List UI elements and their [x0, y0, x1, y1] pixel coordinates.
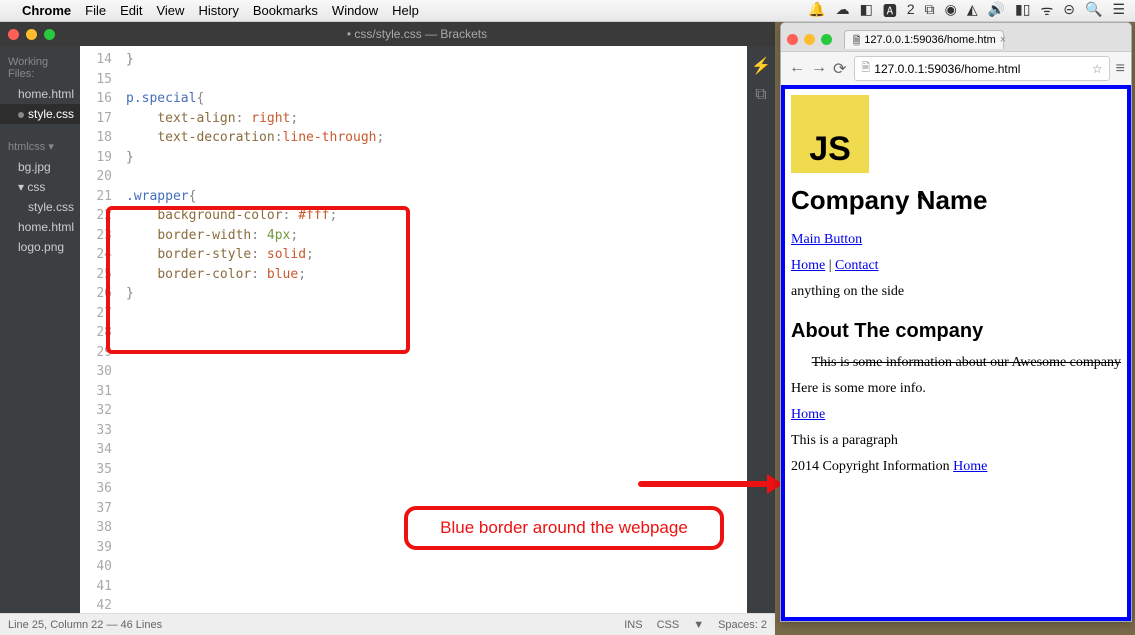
nav-contact-link[interactable]: Contact — [835, 258, 879, 273]
volume-icon[interactable]: 🔊 — [988, 1, 1005, 21]
chrome-menu-icon[interactable]: ≡ — [1116, 60, 1125, 78]
brackets-toolstrip: ⚡ ⧉ — [747, 46, 775, 613]
spotlight-icon[interactable]: 🔍 — [1085, 1, 1102, 21]
chrome-window-controls — [787, 34, 832, 45]
tree-logo[interactable]: logo.png — [0, 237, 80, 257]
brackets-titlebar: • css/style.css — Brackets — [0, 22, 775, 46]
menu-window[interactable]: Window — [332, 3, 378, 18]
window-title: • css/style.css — Brackets — [67, 27, 767, 41]
special-paragraph: This is some information about our Aweso… — [791, 355, 1121, 371]
minimize-icon[interactable] — [804, 34, 815, 45]
status-lang[interactable]: CSS — [657, 619, 680, 631]
annotation-label-box: Blue border around the webpage — [404, 506, 724, 550]
tree-style[interactable]: style.css — [0, 197, 80, 217]
menu-bookmarks[interactable]: Bookmarks — [253, 3, 318, 18]
working-files-label: Working Files: — [0, 52, 80, 84]
two-icon[interactable]: 2 — [907, 1, 915, 21]
menu-history[interactable]: History — [198, 3, 238, 18]
browser-tab[interactable]: 🗎 127.0.0.1:59036/home.htm × — [844, 30, 1004, 49]
aside-text: anything on the side — [791, 284, 1121, 300]
dropbox-icon[interactable]: ⧉ — [925, 1, 935, 21]
minimize-icon[interactable] — [26, 29, 37, 40]
bell-icon[interactable]: 🔔 — [808, 1, 825, 21]
status-caret-icon[interactable]: ▼ — [693, 619, 704, 631]
status-ins[interactable]: INS — [624, 619, 642, 631]
working-file-home[interactable]: home.html — [0, 84, 80, 104]
main-button-link[interactable]: Main Button — [791, 232, 862, 247]
battery-icon[interactable]: ▮▯ — [1015, 1, 1030, 21]
nav-home-link[interactable]: Home — [791, 258, 825, 273]
footer-text: 2014 Copyright Information Home — [791, 459, 1121, 475]
annotation-arrow — [638, 479, 783, 489]
rendered-page: JS Company Name Main Button Home | Conta… — [781, 85, 1131, 621]
home-link[interactable]: Home — [791, 407, 825, 422]
maximize-icon[interactable] — [44, 29, 55, 40]
company-heading: Company Name — [791, 185, 1121, 216]
project-label[interactable]: htmlcss ▾ — [0, 136, 80, 157]
menu-view[interactable]: View — [156, 3, 184, 18]
close-icon[interactable] — [8, 29, 19, 40]
address-bar[interactable]: 🗎 127.0.0.1:59036/home.html ☆ — [854, 56, 1109, 81]
brackets-statusbar: Line 25, Column 22 — 46 Lines INS CSS ▼ … — [0, 613, 775, 635]
js-logo: JS — [791, 95, 869, 173]
drive-icon[interactable]: ◭ — [967, 1, 978, 21]
bookmark-star-icon[interactable]: ☆ — [1092, 62, 1103, 76]
mac-menubar: Chrome File Edit View History Bookmarks … — [0, 0, 1135, 22]
adobe-icon[interactable]: 🅰 — [883, 1, 897, 21]
maximize-icon[interactable] — [821, 34, 832, 45]
close-icon[interactable] — [787, 34, 798, 45]
tree-css-folder[interactable]: ▾ css — [0, 177, 80, 197]
tree-bg[interactable]: bg.jpg — [0, 157, 80, 177]
paragraph-text: This is a paragraph — [791, 433, 1121, 449]
notification-icon[interactable]: ☰ — [1112, 1, 1125, 21]
menubar-tray: 🔔 ☁ ◧ 🅰 2 ⧉ ◉ ◭ 🔊 ▮▯ ᯤ ⊝ 🔍 ☰ — [808, 1, 1125, 21]
page-icon: 🗎 — [861, 59, 870, 78]
nav-separator: | — [825, 258, 835, 273]
menubar-app[interactable]: Chrome — [22, 3, 71, 18]
status-spaces[interactable]: Spaces: 2 — [718, 619, 767, 631]
live-preview-icon[interactable]: ⚡ — [751, 56, 771, 76]
annotation-text: Blue border around the webpage — [440, 518, 688, 538]
tab-close-icon[interactable]: × — [1000, 34, 1006, 46]
reload-button[interactable]: ⟳ — [831, 59, 848, 79]
window-controls — [8, 29, 55, 40]
clock-icon[interactable]: ⊝ — [1063, 1, 1075, 21]
cloud-icon[interactable]: ☁ — [836, 1, 850, 21]
line-gutter: 14 15 16 17 18 19 20 21 22 23 24 25 26 2… — [80, 46, 118, 613]
menu-file[interactable]: File — [85, 3, 106, 18]
footer-home-link[interactable]: Home — [953, 459, 987, 474]
working-file-style[interactable]: style.css — [0, 104, 80, 124]
brackets-sidebar: Working Files: home.html style.css htmlc… — [0, 46, 80, 613]
chrome-window: 🗎 127.0.0.1:59036/home.htm × ← → ⟳ 🗎 127… — [780, 22, 1132, 622]
about-heading: About The company — [791, 320, 1121, 343]
extensions-icon[interactable]: ⧉ — [755, 86, 766, 104]
tab-title: 127.0.0.1:59036/home.htm — [864, 34, 995, 46]
cursor-position: Line 25, Column 22 — 46 Lines — [8, 619, 162, 631]
favicon-icon: 🗎 — [853, 34, 860, 46]
tree-home[interactable]: home.html — [0, 217, 80, 237]
more-info-text: Here is some more info. — [791, 381, 1121, 397]
menu-help[interactable]: Help — [392, 3, 419, 18]
wifi-icon[interactable]: ᯤ — [1040, 1, 1053, 21]
menu-edit[interactable]: Edit — [120, 3, 142, 18]
box-icon[interactable]: ◧ — [860, 1, 873, 21]
sync-icon[interactable]: ◉ — [945, 1, 957, 21]
url-text: 127.0.0.1:59036/home.html — [874, 62, 1020, 76]
back-button[interactable]: ← — [787, 59, 807, 79]
forward-button[interactable]: → — [809, 59, 829, 79]
